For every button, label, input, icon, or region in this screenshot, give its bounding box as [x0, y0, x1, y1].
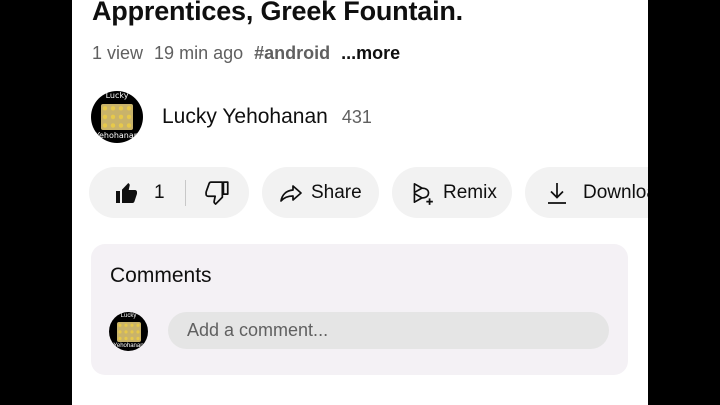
like-count: 1 [154, 181, 165, 203]
subscriber-count: 431 [341, 106, 372, 127]
dislike-button[interactable] [204, 180, 231, 206]
user-avatar: Lucky Yehohanan [109, 312, 148, 351]
upload-age: 19 min ago [154, 43, 244, 63]
thumbs-down-icon [204, 180, 229, 205]
view-count: 1 view [92, 43, 144, 63]
remix-icon [413, 182, 433, 205]
user-avatar-caption-top: Lucky [120, 313, 137, 319]
comments-panel[interactable]: Comments Lucky Yehohanan Add a comment..… [91, 244, 628, 375]
channel-avatar[interactable]: Lucky Yehohanan [91, 91, 143, 143]
add-comment-input[interactable]: Add a comment... [168, 312, 609, 349]
like-divider [184, 179, 186, 206]
video-details-panel: Apprentices, Greek Fountain. 1 view 19 m… [72, 0, 648, 405]
download-button[interactable]: Download [525, 167, 648, 218]
comments-heading: Comments [110, 264, 212, 287]
channel-row[interactable]: Lucky Yehohanan Lucky Yehohanan 431 [91, 91, 372, 143]
channel-name[interactable]: Lucky Yehohanan [162, 105, 328, 129]
like-dislike-group: 1 [89, 167, 249, 218]
share-arrow-icon [280, 184, 302, 202]
share-button[interactable]: Share [262, 167, 379, 218]
thumbs-up-icon [116, 182, 137, 203]
remix-button[interactable]: Remix [392, 167, 512, 218]
user-avatar-image [116, 321, 141, 342]
user-avatar-caption-bottom: Yehohanan [113, 343, 144, 349]
avatar-image [101, 104, 133, 130]
video-title: Apprentices, Greek Fountain. [92, 0, 463, 26]
remix-label: Remix [443, 181, 497, 203]
share-label: Share [311, 181, 362, 203]
video-meta[interactable]: 1 view 19 min ago #android ...more [92, 43, 406, 64]
more-link[interactable]: ...more [341, 43, 400, 63]
download-label: Download [583, 181, 648, 203]
download-icon [548, 182, 566, 204]
hashtag-link[interactable]: #android [254, 43, 330, 63]
avatar-caption-top: Lucky [105, 91, 129, 100]
avatar-caption-bottom: Yehohanan [95, 131, 139, 140]
like-button[interactable]: 1 [114, 181, 165, 205]
